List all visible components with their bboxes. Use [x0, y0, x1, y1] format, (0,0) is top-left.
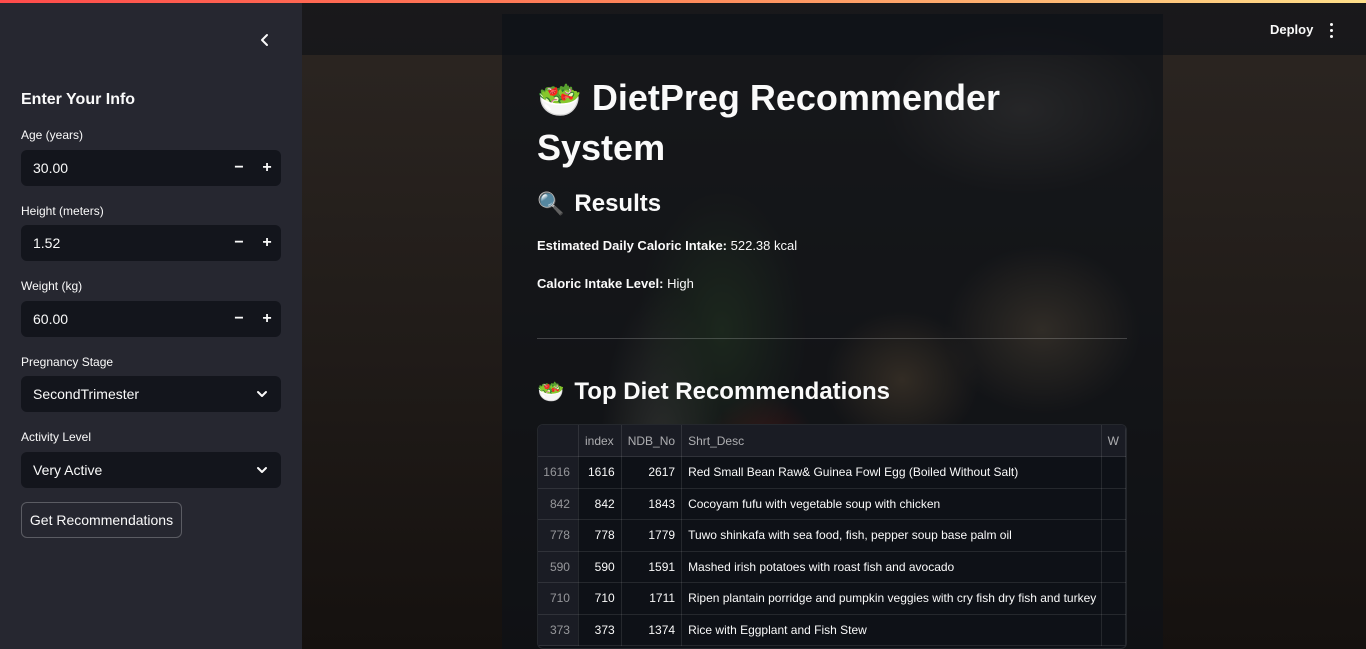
cell-ndb-no: 1711: [621, 582, 683, 615]
results-heading: 🔍 Results: [537, 190, 661, 218]
cell-index: 842: [578, 488, 622, 520]
cell-truncated: [1101, 519, 1126, 552]
page-title: 🥗 DietPreg Recommender System: [537, 74, 1057, 172]
section-divider: [537, 338, 1127, 339]
caloric-intake-label: Estimated Daily Caloric Intake:: [537, 238, 728, 253]
age-label: Age (years): [21, 128, 84, 142]
cell-index: 1616: [578, 456, 622, 489]
table-row[interactable]: 778 778 1779 Tuwo shinkafa with sea food…: [538, 519, 1126, 552]
cell-ndb-no: 1843: [621, 488, 683, 520]
cell-shrt-desc: Ripen plantain porridge and pumpkin vegg…: [681, 582, 1102, 615]
column-header-ndb-no[interactable]: NDB_No: [621, 425, 683, 457]
cell-index: 710: [578, 582, 622, 615]
recommendations-heading: 🥗 Top Diet Recommendations: [537, 378, 890, 406]
cell-index: 590: [578, 551, 622, 583]
pregnancy-stage-label: Pregnancy Stage: [21, 355, 114, 369]
row-index: 373: [538, 614, 579, 646]
column-header-row-index[interactable]: [538, 425, 579, 457]
top-decoration-bar: [0, 0, 1366, 3]
age-field: − +: [21, 150, 281, 186]
row-index: 590: [538, 551, 579, 583]
cell-truncated: [1101, 551, 1126, 583]
age-increment-button[interactable]: +: [253, 150, 281, 186]
sidebar-title: Enter Your Info: [21, 91, 136, 108]
age-decrement-button[interactable]: −: [225, 150, 253, 186]
column-header-shrt-desc[interactable]: Shrt_Desc: [681, 425, 1102, 457]
caloric-intake-result: Estimated Daily Caloric Intake: 522.38 k…: [537, 238, 797, 253]
row-index: 778: [538, 519, 579, 552]
weight-label: Weight (kg): [21, 279, 83, 293]
height-decrement-button[interactable]: −: [225, 225, 253, 261]
column-header-index[interactable]: index: [578, 425, 622, 457]
column-header-truncated[interactable]: W: [1101, 425, 1126, 457]
main-panel: 🥗 DietPreg Recommender System 🔍 Results …: [502, 14, 1163, 649]
cell-shrt-desc: Cocoyam fufu with vegetable soup with ch…: [681, 488, 1102, 520]
chevron-down-icon: [257, 467, 267, 473]
cell-ndb-no: 1591: [621, 551, 683, 583]
page-title-text: DietPreg Recommender System: [537, 77, 1000, 169]
row-index: 710: [538, 582, 579, 615]
cell-ndb-no: 1374: [621, 614, 683, 646]
weight-input[interactable]: [21, 301, 225, 337]
weight-increment-button[interactable]: +: [253, 301, 281, 337]
weight-field: − +: [21, 301, 281, 337]
cell-index: 778: [578, 519, 622, 552]
kebab-menu-icon[interactable]: [1322, 23, 1340, 43]
cell-shrt-desc: Tuwo shinkafa with sea food, fish, peppe…: [681, 519, 1102, 552]
activity-level-label: Activity Level: [21, 430, 92, 444]
activity-level-value: Very Active: [33, 462, 103, 478]
pregnancy-stage-select[interactable]: SecondTrimester: [21, 376, 281, 412]
height-input[interactable]: [21, 225, 225, 261]
cell-shrt-desc: Rice with Eggplant and Fish Stew: [681, 614, 1102, 646]
magnifier-icon: 🔍: [537, 191, 565, 216]
salad-icon: 🥗: [537, 79, 582, 121]
sidebar: Enter Your Info Age (years) − + Height (…: [0, 3, 302, 649]
chevron-down-icon: [257, 391, 267, 397]
cell-ndb-no: 1779: [621, 519, 683, 552]
app-header: Deploy: [302, 3, 1366, 55]
recommendations-heading-text: Top Diet Recommendations: [574, 378, 890, 405]
age-input[interactable]: [21, 150, 225, 186]
row-index: 842: [538, 488, 579, 520]
salad-icon: 🥗: [537, 379, 565, 404]
table-row[interactable]: 710 710 1711 Ripen plantain porridge and…: [538, 582, 1126, 615]
pregnancy-stage-value: SecondTrimester: [33, 386, 140, 402]
weight-decrement-button[interactable]: −: [225, 301, 253, 337]
intake-level-result: Caloric Intake Level: High: [537, 276, 694, 291]
cell-index: 373: [578, 614, 622, 646]
table-row[interactable]: 590 590 1591 Mashed irish potatoes with …: [538, 551, 1126, 583]
cell-truncated: [1101, 582, 1126, 615]
table-row[interactable]: 842 842 1843 Cocoyam fufu with vegetable…: [538, 488, 1126, 520]
recommendations-table[interactable]: index NDB_No Shrt_Desc W 1616 1616 2617 …: [537, 424, 1127, 649]
chevron-left-icon[interactable]: [254, 29, 276, 51]
cell-truncated: [1101, 614, 1126, 646]
table-row[interactable]: 1616 1616 2617 Red Small Bean Raw& Guine…: [538, 456, 1126, 489]
height-field: − +: [21, 225, 281, 261]
table-row[interactable]: 373 373 1374 Rice with Eggplant and Fish…: [538, 614, 1126, 646]
cell-ndb-no: 2617: [621, 456, 683, 489]
get-recommendations-button[interactable]: Get Recommendations: [21, 502, 182, 538]
height-label: Height (meters): [21, 204, 104, 218]
cell-shrt-desc: Red Small Bean Raw& Guinea Fowl Egg (Boi…: [681, 456, 1102, 489]
activity-level-select[interactable]: Very Active: [21, 452, 281, 488]
deploy-button[interactable]: Deploy: [1260, 17, 1323, 41]
table-header-row: index NDB_No Shrt_Desc W: [538, 425, 1126, 457]
row-index: 1616: [538, 456, 579, 489]
intake-level-label: Caloric Intake Level:: [537, 276, 664, 291]
intake-level-value: High: [663, 276, 694, 291]
cell-truncated: [1101, 488, 1126, 520]
caloric-intake-value: 522.38 kcal: [727, 238, 798, 253]
results-heading-text: Results: [574, 190, 662, 217]
cell-truncated: [1101, 456, 1126, 489]
height-increment-button[interactable]: +: [253, 225, 281, 261]
cell-shrt-desc: Mashed irish potatoes with roast fish an…: [681, 551, 1102, 583]
